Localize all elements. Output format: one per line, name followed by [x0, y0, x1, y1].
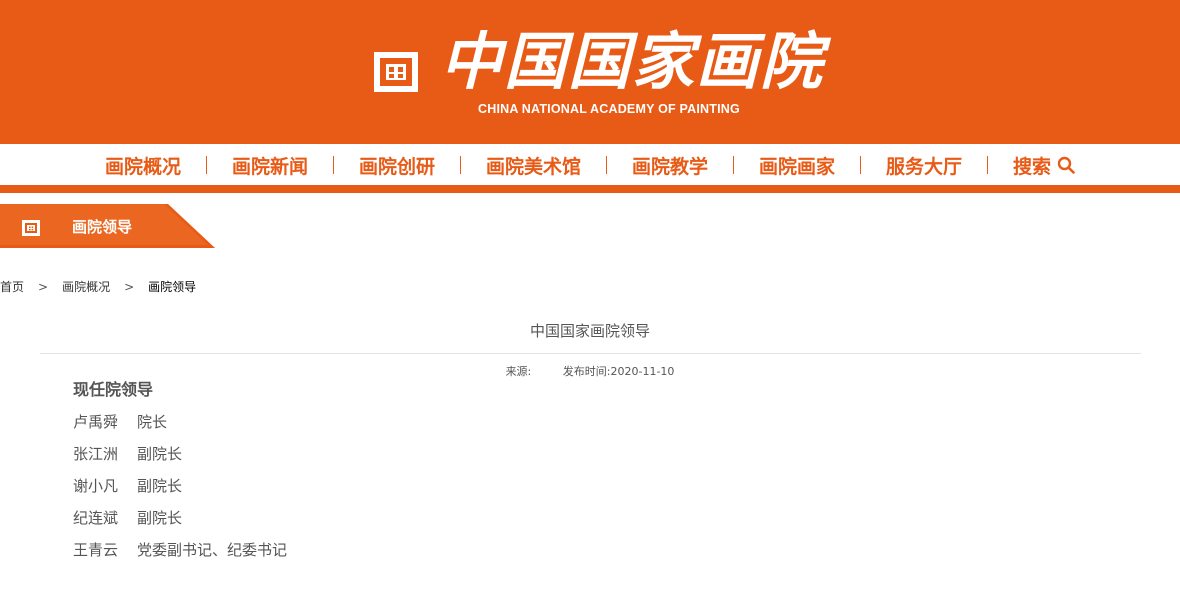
- nav-divider: [332, 156, 334, 174]
- leader-name: 张江洲: [73, 445, 119, 463]
- search-icon[interactable]: [1057, 156, 1075, 174]
- nav-divider: [860, 156, 862, 174]
- grid-logo-icon: [22, 220, 40, 236]
- leader-role: 副院长: [137, 509, 183, 527]
- section-tab: 画院领导: [0, 204, 215, 248]
- breadcrumb-current: 画院领导: [148, 280, 197, 294]
- nav-divider: [733, 156, 735, 174]
- publish-date: 发布时间:2020-11-10: [562, 365, 675, 378]
- nav-item-service-hall[interactable]: 服务大厅: [886, 152, 962, 179]
- breadcrumb-separator: >: [124, 279, 135, 294]
- leader-role: 副院长: [137, 445, 183, 463]
- leader-name: 纪连斌: [73, 509, 119, 527]
- breadcrumb-overview[interactable]: 画院概况: [62, 278, 110, 295]
- nav-item-overview[interactable]: 画院概况: [105, 152, 181, 179]
- nav-item-research[interactable]: 画院创研: [359, 152, 435, 179]
- breadcrumb: 首页 > 画院概况 > 画院领导: [0, 278, 196, 295]
- main-nav: 画院概况 画院新闻 画院创研 画院美术馆 画院教学 画院画家 服务大厅 搜索: [0, 144, 1180, 186]
- academy-logo-icon[interactable]: [372, 48, 420, 96]
- leader-row: 纪连斌 副院长: [73, 506, 287, 538]
- leader-name: 谢小凡: [73, 477, 119, 495]
- nav-underline-bar: [0, 185, 1180, 193]
- section-title: 画院领导: [72, 218, 133, 236]
- article-content: 现任院领导 卢禹舜 院长 张江洲 副院长 谢小凡 副院长 纪连斌 副院长 王青云 党委副书…: [73, 378, 287, 570]
- leader-row: 王青云 党委副书记、纪委书记: [73, 538, 287, 570]
- source-label: 来源:: [505, 365, 532, 378]
- nav-label: 画院画家: [759, 155, 836, 178]
- leader-row: 卢禹舜 院长: [73, 410, 287, 442]
- nav-divider: [606, 156, 607, 174]
- leaders-heading: 现任院领导: [73, 380, 154, 399]
- site-title-cn[interactable]: 中国国家画院: [440, 22, 822, 102]
- nav-item-search[interactable]: 搜索: [1013, 152, 1075, 179]
- breadcrumb-home[interactable]: 首页: [0, 278, 24, 295]
- leader-role: 院长: [137, 413, 168, 431]
- nav-label: 画院创研: [358, 155, 435, 178]
- site-title-en: CHINA NATIONAL ACADEMY OF PAINTING: [478, 102, 740, 116]
- nav-divider: [459, 156, 461, 174]
- leader-role: 党委副书记、纪委书记: [137, 541, 288, 559]
- nav-label: 画院教学: [632, 155, 709, 178]
- header-banner: 中国国家画院 CHINA NATIONAL ACADEMY OF PAINTIN…: [0, 0, 1180, 144]
- nav-item-teaching[interactable]: 画院教学: [632, 152, 708, 179]
- nav-item-art-museum[interactable]: 画院美术馆: [486, 152, 581, 179]
- breadcrumb-separator: >: [38, 279, 49, 294]
- nav-label: 画院新闻: [231, 155, 308, 178]
- nav-item-painters[interactable]: 画院画家: [759, 152, 835, 179]
- nav-label: 服务大厅: [886, 155, 963, 178]
- article-meta: 来源: 发布时间:2020-11-10: [0, 363, 1180, 379]
- nav-label: 画院美术馆: [485, 155, 581, 178]
- leader-name: 王青云: [73, 541, 119, 559]
- article-title: 中国国家画院领导: [529, 322, 650, 340]
- leader-role: 副院长: [137, 477, 183, 495]
- nav-item-news[interactable]: 画院新闻: [232, 152, 308, 179]
- leader-row: 谢小凡 副院长: [73, 474, 287, 506]
- leader-name: 卢禹舜: [73, 413, 119, 431]
- nav-divider: [205, 156, 207, 174]
- nav-divider: [987, 156, 989, 174]
- title-divider: [40, 353, 1141, 354]
- nav-label: 画院概况: [104, 155, 181, 178]
- leader-row: 张江洲 副院长: [73, 442, 287, 474]
- nav-label: 搜索: [1013, 155, 1052, 178]
